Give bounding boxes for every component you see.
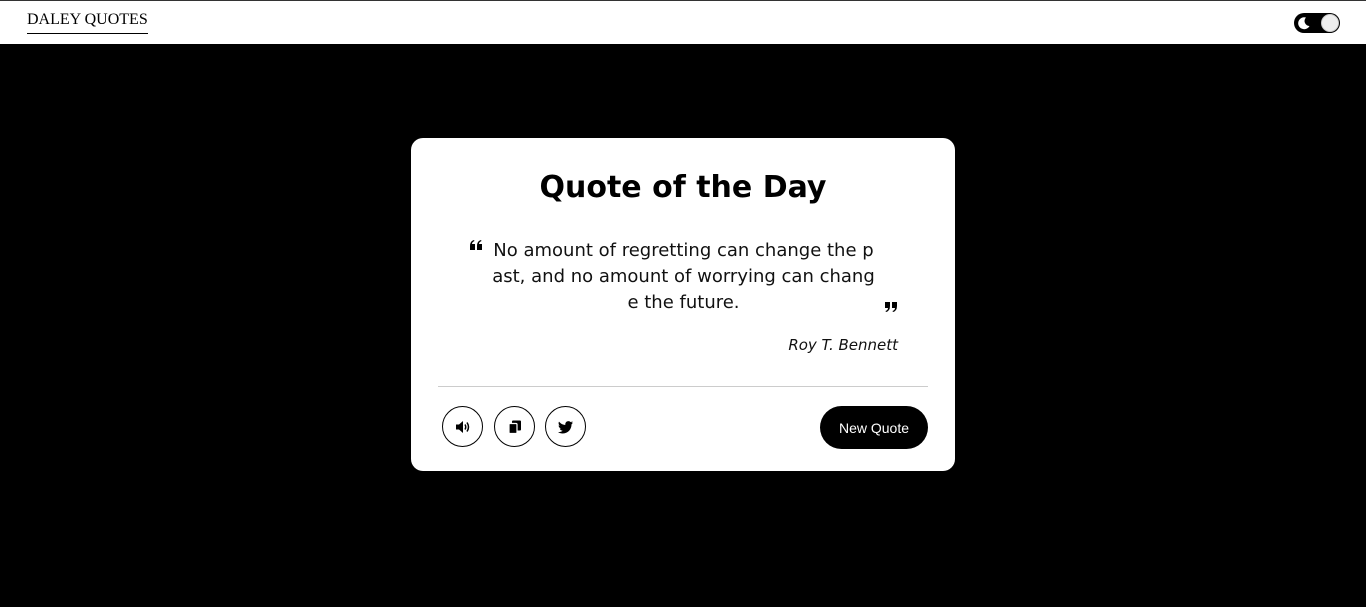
speak-button[interactable] bbox=[442, 406, 483, 447]
quote-text: No amount of regretting can change the p… bbox=[492, 240, 875, 313]
navbar: DALEY QUOTES bbox=[0, 0, 1366, 44]
copy-button[interactable] bbox=[494, 406, 535, 447]
speaker-icon bbox=[455, 420, 469, 433]
open-quote-icon bbox=[470, 240, 482, 250]
twitter-icon bbox=[557, 420, 573, 433]
theme-toggle[interactable] bbox=[1294, 13, 1340, 33]
copy-icon bbox=[507, 420, 521, 434]
quote-author: Roy T. Bennett bbox=[788, 336, 898, 354]
tweet-button[interactable] bbox=[545, 406, 586, 447]
close-quote-icon bbox=[885, 302, 897, 312]
toggle-knob bbox=[1321, 14, 1339, 32]
card-title: Quote of the Day bbox=[539, 170, 827, 205]
new-quote-button[interactable]: New Quote bbox=[820, 406, 928, 449]
divider bbox=[438, 386, 928, 387]
quote-card: Quote of the Day No amount of regretting… bbox=[411, 138, 955, 471]
moon-icon bbox=[1298, 17, 1310, 30]
brand-logo[interactable]: DALEY QUOTES bbox=[27, 10, 148, 34]
